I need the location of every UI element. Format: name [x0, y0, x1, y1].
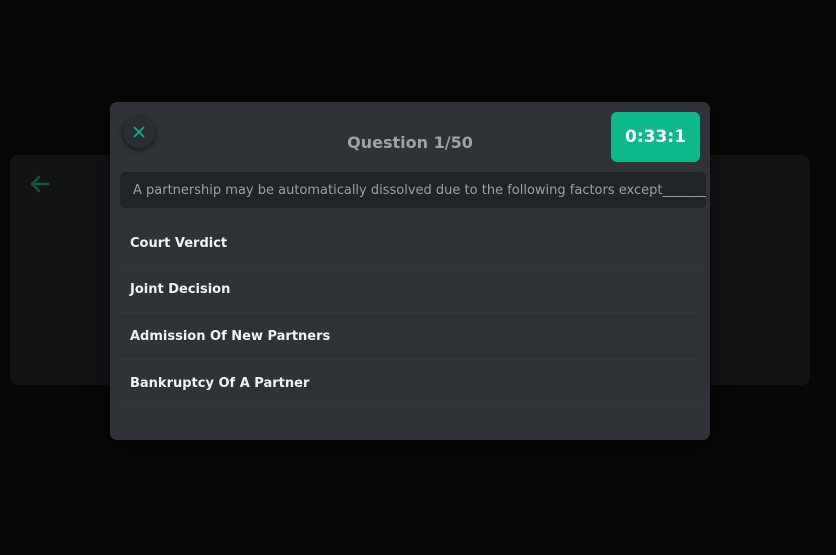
quiz-modal: Question 1/50 0:33:1 A partnership may b…: [110, 102, 710, 440]
answer-option[interactable]: Bankruptcy Of A Partner: [120, 360, 700, 407]
answer-option[interactable]: Joint Decision: [120, 266, 700, 313]
answer-option[interactable]: Court Verdict: [120, 222, 700, 266]
back-button[interactable]: [22, 168, 58, 204]
question-text: A partnership may be automatically disso…: [120, 172, 706, 208]
timer-badge: 0:33:1: [611, 112, 700, 162]
arrow-left-icon: [29, 173, 51, 199]
answer-options: Court Verdict Joint Decision Admission O…: [120, 222, 700, 407]
answer-option[interactable]: Admission Of New Partners: [120, 313, 700, 360]
